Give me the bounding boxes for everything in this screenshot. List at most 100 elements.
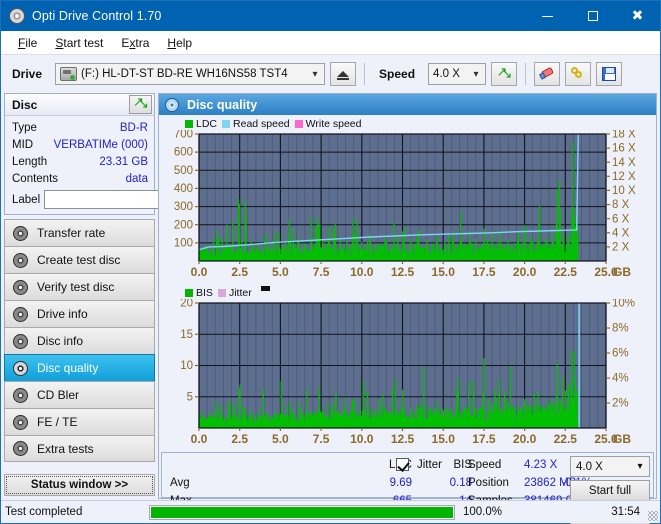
disc-info-panel: Disc ↗ ↘ Type BD-R MID VERBATIMe (000) L… (4, 93, 221, 215)
menu-file[interactable]: File (9, 34, 46, 52)
speed-select-value: 4.0 X (433, 68, 460, 80)
stats-avg-bis: 0.18 (449, 477, 472, 489)
svg-text:300: 300 (174, 201, 193, 213)
sidebar-item-label: Drive info (37, 307, 88, 321)
svg-text:700: 700 (174, 130, 193, 141)
svg-text:20.0: 20.0 (513, 265, 537, 279)
disc-row-key: MID (12, 138, 34, 151)
sidebar-item-create-test-disc[interactable]: Create test disc (4, 246, 155, 273)
disc-row-length: Length 23.31 GB (12, 153, 148, 170)
svg-text:15: 15 (180, 329, 193, 341)
legend-swatch-jitter (217, 288, 226, 297)
legend-item-bis: BIS (185, 287, 213, 299)
disc-icon (165, 97, 179, 112)
sidebar-item-cd-bler[interactable]: CD Bler (4, 381, 155, 408)
legend-marker-black (260, 286, 270, 291)
svg-text:5: 5 (187, 391, 193, 403)
keys-button[interactable] (565, 62, 592, 86)
svg-text:4%: 4% (612, 373, 629, 385)
sidebar-item-label: Extra tests (37, 441, 94, 456)
app-disc-icon (9, 8, 25, 24)
refresh-icon: ↗ ↘ (496, 64, 513, 82)
sidebar-item-extra-tests[interactable]: Extra tests (4, 435, 155, 462)
sidebar-item-verify-test-disc[interactable]: Verify test disc (4, 273, 155, 300)
drive-select-value: (F:) HL-DT-ST BD-RE WH16NS58 TST4 (81, 68, 288, 80)
speed-select[interactable]: 4.0 X ▾ (428, 63, 487, 85)
menu-help[interactable]: Help (158, 34, 201, 52)
svg-text:2.5: 2.5 (231, 265, 248, 279)
legend-item-read-speed: Read speed (222, 118, 290, 130)
svg-text:18 X: 18 X (612, 130, 636, 141)
close-button[interactable]: ✖ (615, 1, 660, 31)
svg-text:10 X: 10 X (612, 185, 636, 197)
erase-button[interactable] (534, 62, 561, 86)
page-title: Disc quality (187, 97, 258, 112)
svg-text:16 X: 16 X (612, 143, 636, 155)
sidebar-item-label: Disc info (37, 334, 84, 348)
svg-text:7.5: 7.5 (313, 432, 330, 446)
sidebar-item-disc-quality[interactable]: Disc quality (4, 354, 155, 381)
disc-quality-ldc-chart: 100 200 300 400 500 600 700 2 X 4 X 6 X 8 X 10 X 12 … (174, 130, 636, 279)
resize-grip[interactable] (648, 511, 658, 521)
sidebar-item-disc-info[interactable]: Disc info (4, 327, 155, 354)
svg-text:5.0: 5.0 (272, 432, 289, 446)
legend-label-read-speed: Read speed (233, 117, 290, 130)
svg-text:GB: GB (613, 432, 631, 446)
maximize-button[interactable] (570, 1, 615, 31)
stats-panel: LDC BIS Avg 9.69 0.18 -0.1% Max 665 14 0… (161, 452, 654, 524)
svg-text:2 X: 2 X (612, 242, 630, 254)
disc-row-value: VERBATIMe (000) (53, 138, 148, 151)
legend-item-write-speed: Write speed (294, 118, 362, 130)
menu-extra[interactable]: Extra (112, 34, 158, 52)
stats-speed-value: 4.23 X (524, 459, 558, 471)
status-window-button[interactable]: Status window >> (4, 474, 155, 496)
top-chart: 100 200 300 400 500 600 700 2 X 4 X 6 X 8 X 10 X 12 … (159, 130, 656, 282)
refresh-button[interactable]: ↗ ↘ (491, 62, 518, 86)
minimize-icon (542, 15, 553, 17)
sidebar-item-transfer-rate[interactable]: Transfer rate (4, 219, 155, 246)
progress-percent: 100.0% (463, 506, 503, 518)
stats-speed-select-value: 4.0 X (576, 460, 603, 473)
menu-start-test[interactable]: Start test (46, 34, 112, 52)
legend-label-bis: BIS (196, 286, 213, 299)
content-header: Disc quality (159, 94, 656, 115)
svg-text:100: 100 (174, 238, 193, 250)
eraser-icon (538, 66, 555, 80)
save-button[interactable] (596, 62, 623, 86)
svg-text:12.5: 12.5 (391, 432, 415, 446)
disc-icon (13, 279, 28, 295)
start-full-button[interactable]: Start full (570, 480, 650, 501)
svg-text:0.0: 0.0 (191, 265, 208, 279)
disc-row-value: BD-R (119, 121, 148, 134)
svg-text:GB: GB (613, 265, 631, 279)
svg-text:10.0: 10.0 (350, 432, 374, 446)
sidebar-item-fe-te[interactable]: FE / TE (4, 408, 155, 435)
disc-info-rows: Type BD-R MID VERBATIMe (000) Length 23.… (5, 116, 221, 214)
eject-button[interactable] (330, 62, 357, 86)
minimize-button[interactable] (525, 1, 570, 31)
disc-icon (13, 360, 28, 376)
disc-label-key: Label (12, 193, 41, 206)
legend-swatch-ldc (185, 119, 193, 128)
toolbar: Drive (F:) HL-DT-ST BD-RE WH16NS58 TST4 … (1, 55, 660, 93)
svg-text:6 X: 6 X (612, 213, 630, 225)
sidebar-item-label: Create test disc (37, 253, 121, 267)
status-message: Test completed (5, 506, 83, 518)
disc-row-value: data (125, 172, 148, 185)
disc-row-mid: MID VERBATIMe (000) (12, 136, 148, 153)
disc-refresh-button[interactable]: ↗ ↘ (129, 95, 152, 114)
svg-text:10%: 10% (612, 299, 635, 310)
window-title: Opti Drive Control 1.70 (32, 9, 162, 23)
svg-text:8%: 8% (612, 323, 629, 335)
stats-speed-select[interactable]: 4.0 X ▾ (570, 456, 650, 477)
application-window: Opti Drive Control 1.70 ✖ File Start tes… (0, 0, 661, 524)
disc-row-key: Length (12, 155, 48, 168)
jitter-checkbox[interactable] (396, 458, 409, 471)
sidebar-item-drive-info[interactable]: Drive info (4, 300, 155, 327)
svg-text:0.0: 0.0 (191, 432, 208, 446)
bottom-chart-legend: BIS Jitter (159, 286, 656, 299)
drive-select[interactable]: (F:) HL-DT-ST BD-RE WH16NS58 TST4 ▾ (55, 63, 326, 85)
maximize-icon (587, 11, 598, 21)
disc-icon (13, 414, 28, 430)
